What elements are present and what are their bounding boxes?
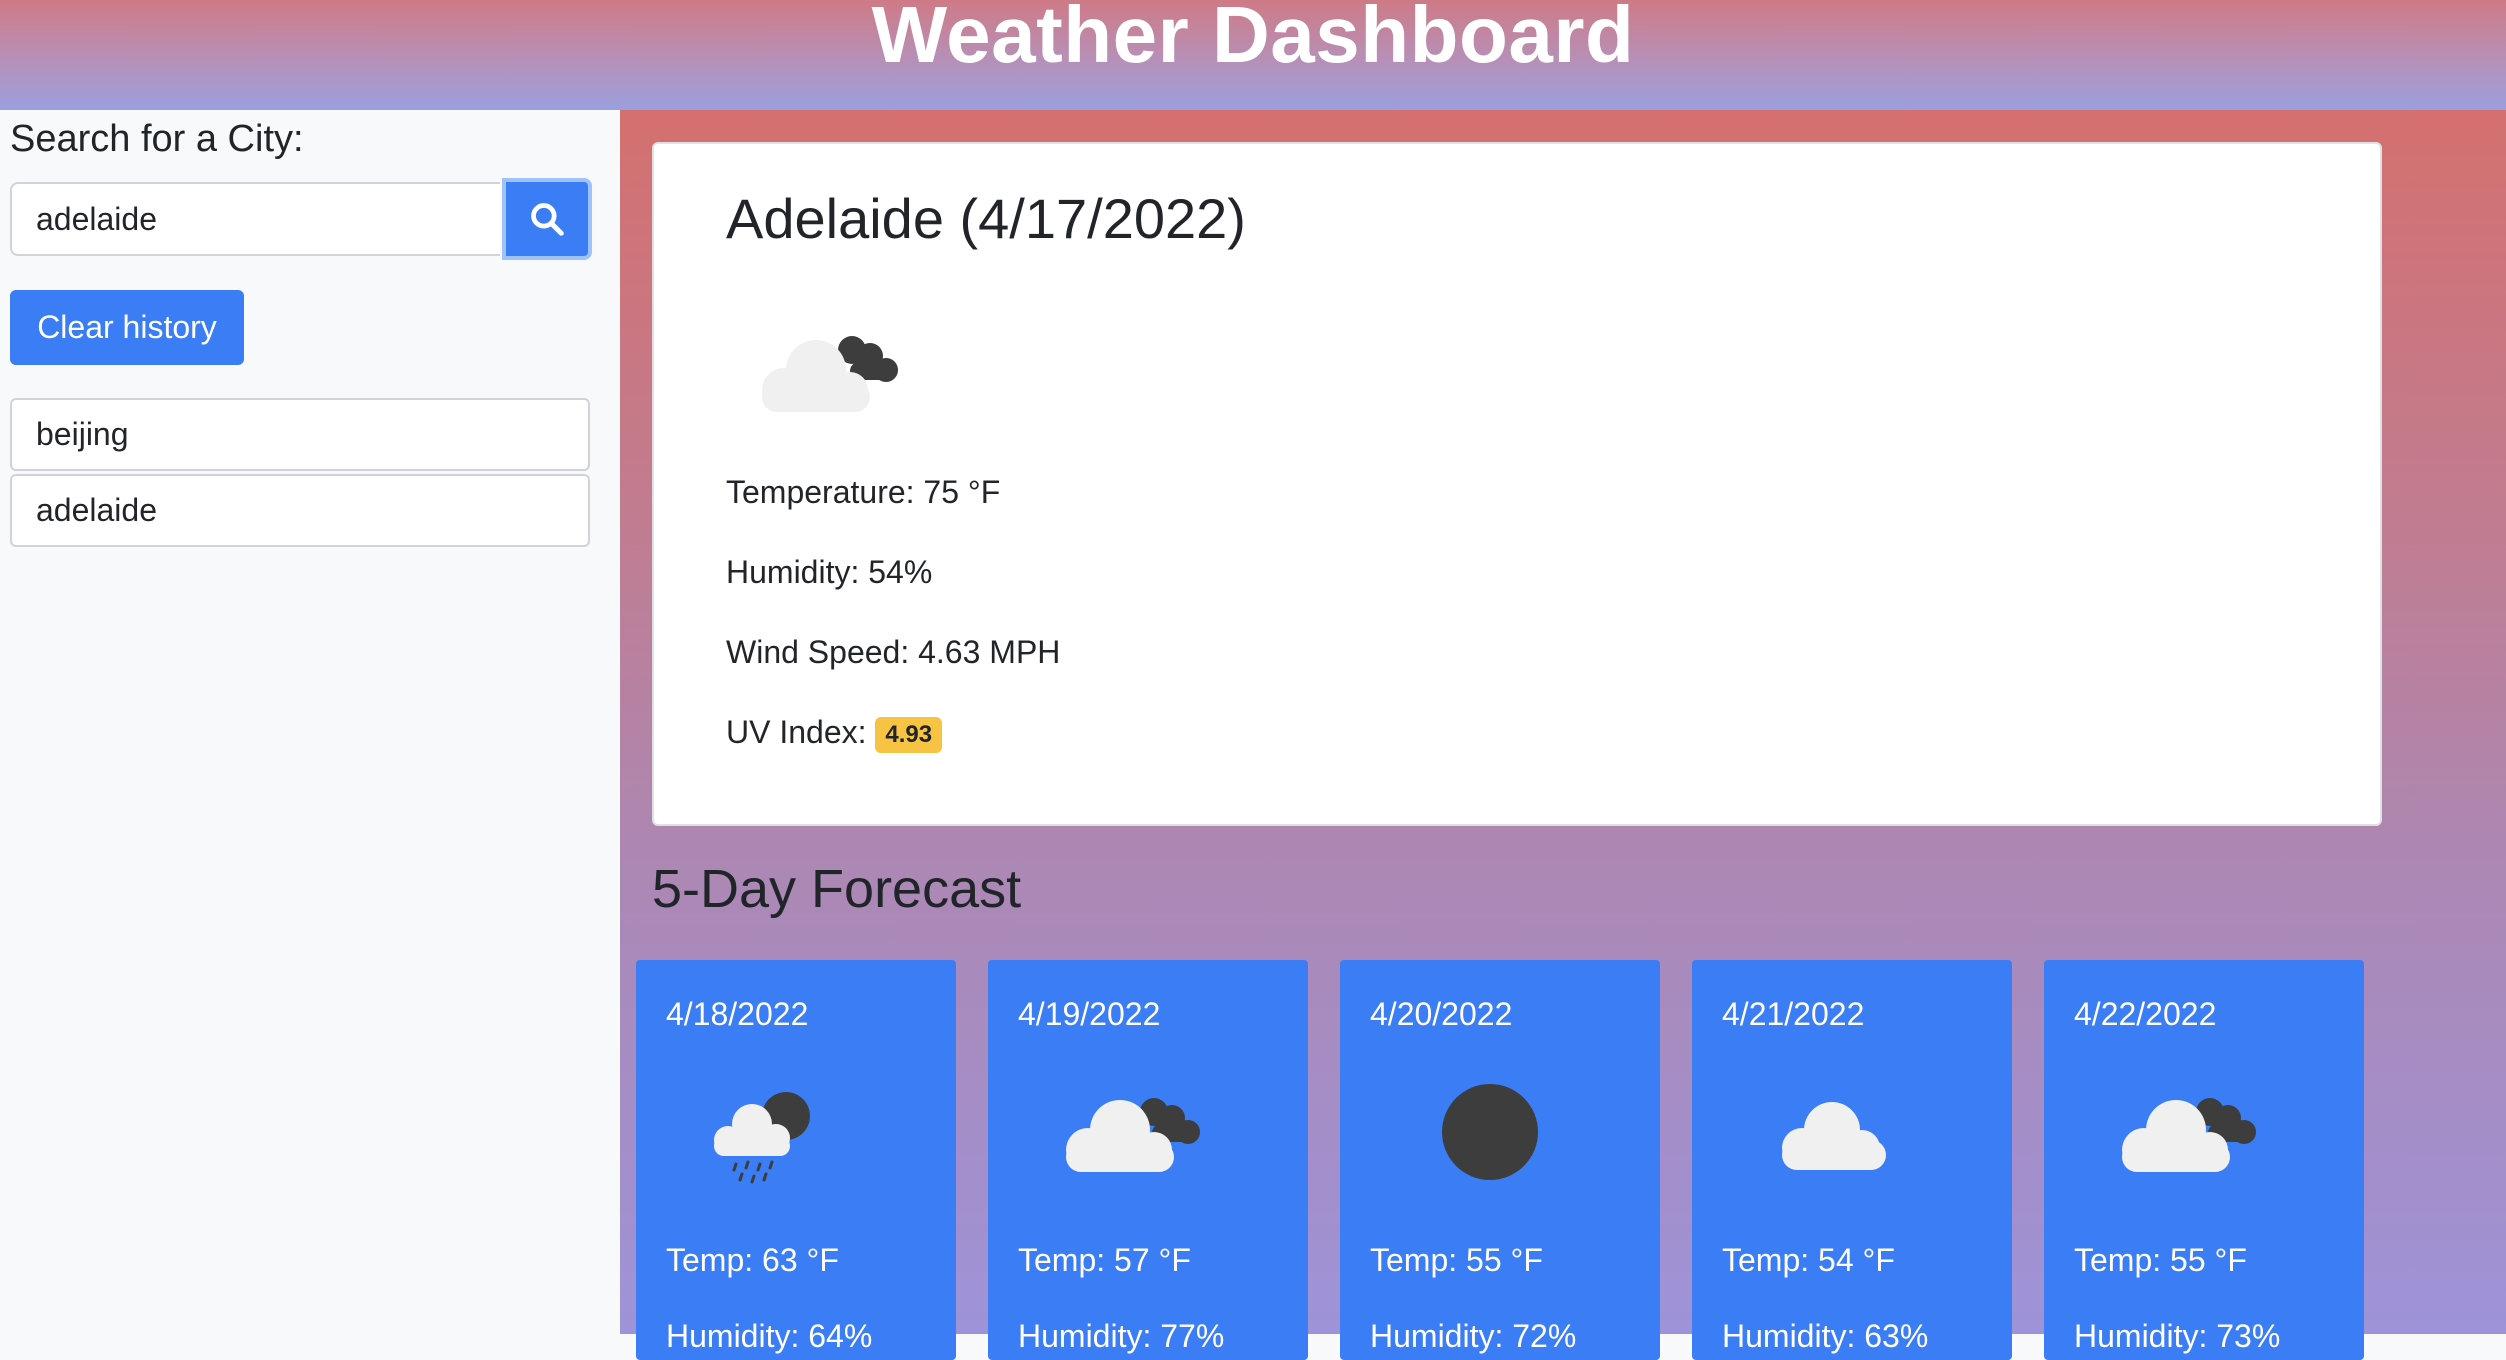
page-title: Weather Dashboard xyxy=(871,0,1635,79)
forecast-humidity: Humidity: 64% xyxy=(666,1318,873,1354)
clear-sky-icon xyxy=(1442,1084,1538,1180)
forecast-date: 4/19/2022 xyxy=(1018,996,1161,1032)
uv-index-row: UV Index: 4.93 xyxy=(726,714,943,753)
forecast-card: 4/20/2022 Temp: 55 °F Humidity: 72% xyxy=(1340,960,1660,1360)
forecast-date: 4/22/2022 xyxy=(2074,996,2217,1032)
app-header: Weather Dashboard xyxy=(0,0,2506,110)
forecast-temp: Temp: 57 °F xyxy=(1018,1242,1191,1278)
search-label: Search for a City: xyxy=(10,118,304,160)
forecast-temp: Temp: 54 °F xyxy=(1722,1242,1895,1278)
broken-clouds-icon xyxy=(2122,1098,2256,1172)
broken-clouds-icon xyxy=(1066,1098,1200,1172)
cloud-icon xyxy=(1782,1102,1886,1170)
forecast-temp: Temp: 63 °F xyxy=(666,1242,839,1278)
main-content: Adelaide (4/17/2022) Temperature: 75 °F … xyxy=(620,110,2506,1360)
forecast-card: 4/21/2022 Temp: 54 °F Humidity: 63% xyxy=(1692,960,2012,1360)
forecast-date: 4/20/2022 xyxy=(1370,996,1513,1032)
humidity-text: Humidity: 54% xyxy=(726,554,933,590)
forecast-card: 4/18/2022 Temp: 63 °F Humidity: 64% xyxy=(636,960,956,1360)
forecast-temp: Temp: 55 °F xyxy=(1370,1242,1543,1278)
sidebar: Search for a City: Clear history beijing… xyxy=(0,110,620,1334)
forecast-card: 4/19/2022 Temp: 57 °F Humidity: 77% xyxy=(988,960,1308,1360)
wind-speed-text: Wind Speed: 4.63 MPH xyxy=(726,634,1061,670)
partly-cloudy-icon xyxy=(762,336,898,412)
search-input[interactable] xyxy=(10,182,500,256)
current-weather-card: Adelaide (4/17/2022) Temperature: 75 °F … xyxy=(652,142,2382,826)
city-date-title: Adelaide (4/17/2022) xyxy=(726,187,1246,250)
history-item[interactable]: beijing xyxy=(10,398,590,471)
forecast-humidity: Humidity: 73% xyxy=(2074,1318,2281,1354)
forecast-date: 4/21/2022 xyxy=(1722,996,1865,1032)
uv-index-badge: 4.93 xyxy=(875,716,943,753)
uv-index-label: UV Index: xyxy=(726,714,867,750)
clear-history-button[interactable]: Clear history xyxy=(10,290,244,365)
forecast-humidity: Humidity: 72% xyxy=(1370,1318,1577,1354)
search-history-list: beijing adelaide xyxy=(10,398,590,550)
search-button[interactable] xyxy=(502,178,592,260)
forecast-temp: Temp: 55 °F xyxy=(2074,1242,2247,1278)
forecast-date: 4/18/2022 xyxy=(666,996,809,1032)
forecast-humidity: Humidity: 63% xyxy=(1722,1318,1929,1354)
forecast-humidity: Humidity: 77% xyxy=(1018,1318,1225,1354)
history-item[interactable]: adelaide xyxy=(10,474,590,547)
forecast-card: 4/22/2022 Temp: 55 °F Humidity: 73% xyxy=(2044,960,2364,1360)
rain-cloud-icon xyxy=(714,1092,810,1184)
temperature-text: Temperature: 75 °F xyxy=(726,474,1001,510)
forecast-title: 5-Day Forecast xyxy=(652,859,1022,919)
search-icon xyxy=(531,203,564,236)
